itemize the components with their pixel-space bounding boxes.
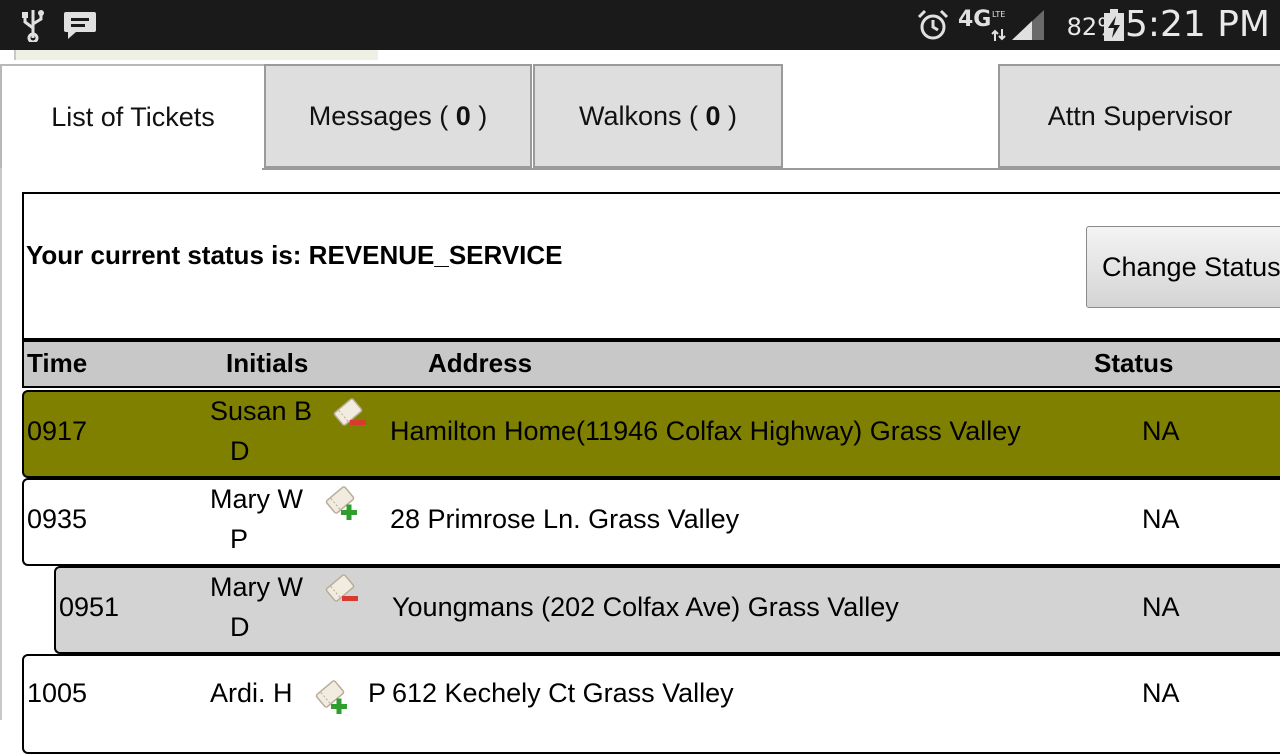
tab-messages[interactable]: Messages ( 0 ) [264, 64, 532, 168]
top-strip [14, 50, 378, 60]
ticket-add-icon[interactable] [314, 678, 350, 715]
row-time: 0935 [27, 504, 88, 534]
table-row[interactable]: 0917 Susan B D Hamilton Home(11946 Colfa… [22, 390, 1280, 478]
row-initials-suffix: P [230, 524, 249, 554]
network-label: 4G [958, 6, 992, 32]
usb-icon [20, 0, 46, 50]
alarm-icon [916, 0, 950, 50]
table-row[interactable]: 1005 Ardi. H P 612 Kechely Ct Grass Vall… [22, 654, 1280, 754]
row-address: Youngmans (202 Colfax Ave) Grass Valley [392, 592, 899, 622]
svg-text:LTE: LTE [992, 10, 1005, 19]
clock: 5:21 PM [1124, 4, 1270, 45]
change-status-button[interactable]: Change Status [1086, 226, 1280, 308]
row-time: 0917 [27, 416, 88, 446]
ticket-add-icon[interactable] [324, 484, 360, 521]
row-initials: Mary W [210, 572, 303, 602]
network-4g-lte-icon: 4G LTE [958, 0, 1007, 50]
tab-list-of-tickets[interactable]: List of Tickets [0, 64, 264, 168]
row-status: NA [1142, 678, 1180, 708]
table-header: Time Initials Address Status [22, 340, 1280, 388]
tab-label-suffix: ) [720, 100, 738, 131]
tab-label: Walkons ( [578, 100, 706, 131]
chat-bubble-icon [62, 0, 98, 50]
signal-icon [1010, 0, 1046, 50]
battery-charging-icon [1102, 0, 1126, 50]
messages-count: 0 [455, 100, 471, 131]
tabs-baseline [262, 168, 1280, 170]
row-initials: Ardi. H [210, 678, 293, 708]
row-status: NA [1142, 592, 1180, 622]
row-address: 28 Primrose Ln. Grass Valley [390, 504, 740, 534]
header-initials: Initials [226, 348, 309, 378]
header-status: Status [1094, 348, 1174, 378]
tab-label-suffix: ) [470, 100, 488, 131]
ticket-remove-icon[interactable] [324, 572, 360, 608]
row-time: 1005 [27, 678, 88, 708]
row-initials-suffix: D [230, 612, 250, 642]
ticket-remove-icon[interactable] [332, 396, 368, 432]
current-status-text: Your current status is: REVENUE_SERVICE [26, 240, 563, 270]
row-initials-suffix: P [368, 678, 387, 708]
tab-label: List of Tickets [51, 101, 215, 132]
system-status-bar: 4G LTE 82% 5:21 PM [0, 0, 1280, 50]
tab-walkons[interactable]: Walkons ( 0 ) [533, 64, 783, 168]
table-row[interactable]: 0951 Mary W D Youngmans (202 Colfax Ave)… [54, 566, 1280, 654]
header-address: Address [428, 348, 533, 378]
row-initials-suffix: D [230, 436, 250, 466]
table-row[interactable]: 0935 Mary W P 28 Primrose Ln. Grass Vall… [22, 478, 1280, 566]
tab-attn-supervisor[interactable]: Attn Supervisor [998, 64, 1280, 168]
header-time: Time [27, 348, 88, 378]
row-address: Hamilton Home(11946 Colfax Highway) Gras… [390, 416, 1021, 446]
tab-label: Messages ( [308, 100, 456, 131]
row-initials: Susan B [210, 396, 313, 426]
row-initials: Mary W [210, 484, 303, 514]
row-time: 0951 [59, 592, 120, 622]
row-address: 612 Kechely Ct Grass Valley [392, 678, 734, 708]
walkons-count: 0 [705, 100, 721, 131]
row-status: NA [1142, 416, 1180, 446]
row-status: NA [1142, 504, 1180, 534]
tab-label: Attn Supervisor [1047, 100, 1233, 131]
